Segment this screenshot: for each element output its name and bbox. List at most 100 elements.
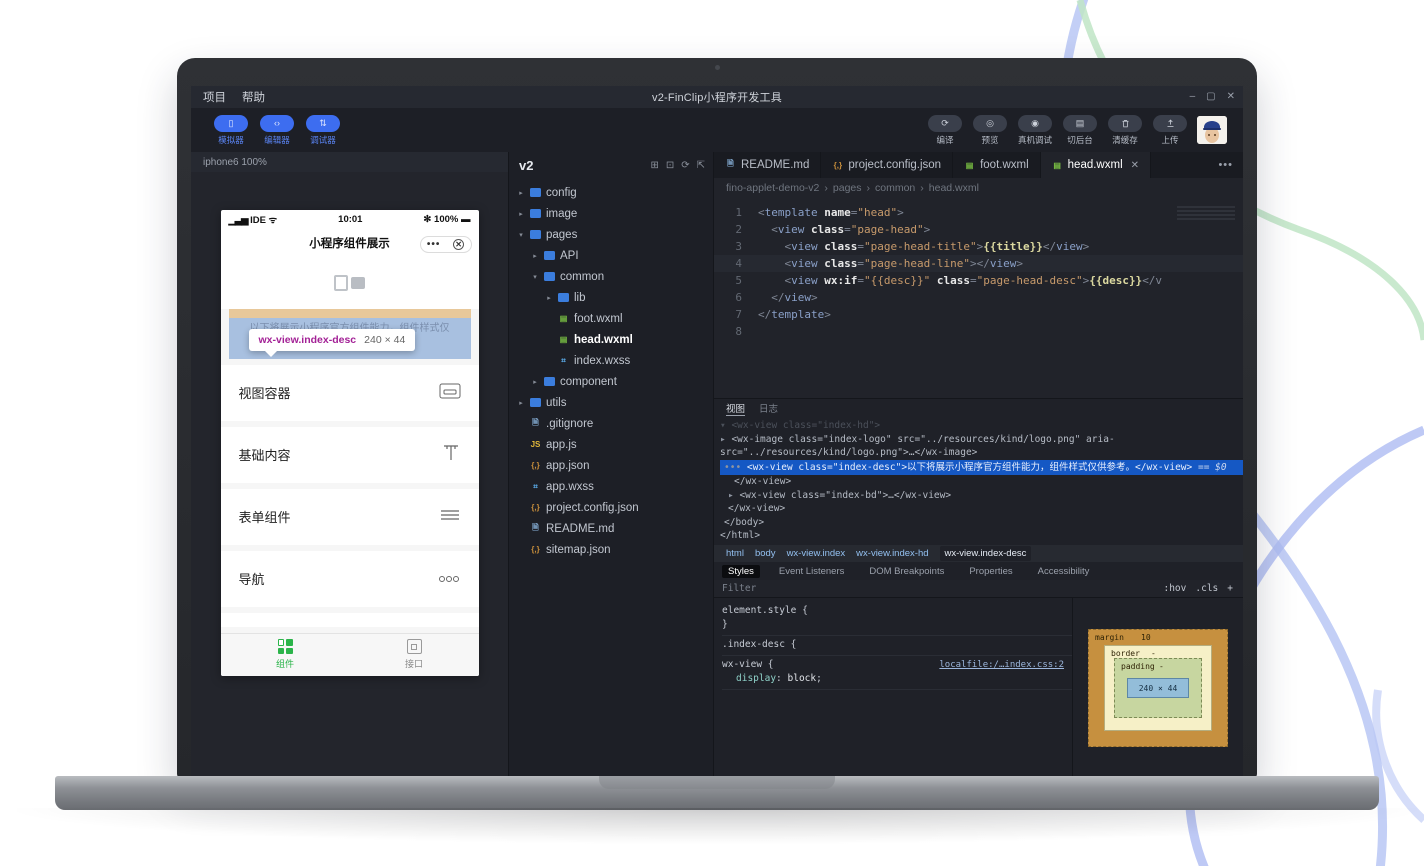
file-tree-node[interactable]: 🗎.gitignore <box>509 413 713 434</box>
breadcrumb-segment[interactable]: head.wxml <box>929 182 979 194</box>
css-source[interactable]: localfile:/…index.css:2 <box>939 658 1064 672</box>
dom-line-selected[interactable]: ••• <wx-view class="index-desc">以下将展示小程序… <box>720 460 1243 476</box>
breadcrumb-segment[interactable]: pages <box>833 182 862 194</box>
devtools-tab-log[interactable]: 日志 <box>759 401 778 415</box>
css-property-name[interactable]: display <box>736 673 776 684</box>
cls-toggle[interactable]: .cls <box>1195 583 1218 594</box>
css-rule[interactable]: .index-desc {</span><div class="prop" da… <box>722 636 1072 656</box>
styles-tab[interactable]: Accessibility <box>1032 565 1096 578</box>
toolbar-button-preview[interactable]: ◎ 预览 <box>972 115 1008 146</box>
code-editor[interactable]: 1<template name="head">2 <view class="pa… <box>714 198 1243 398</box>
tab-components[interactable]: 组件 <box>221 634 350 676</box>
box-model-content[interactable]: 240 × 44 <box>1127 678 1189 698</box>
code-line[interactable]: 6 </view> <box>714 289 1243 306</box>
file-tree-node[interactable]: ▸component <box>509 371 713 392</box>
new-folder-icon[interactable]: ⊡ <box>666 160 674 171</box>
dom-line-index-bd[interactable]: ▸ <wx-view class="index-bd">…</wx-view> <box>720 489 1243 503</box>
filter-input[interactable]: Filter <box>714 583 1163 594</box>
css-rules-list[interactable]: element.style {}.index-desc {</span><div… <box>714 598 1073 778</box>
list-item-partial[interactable] <box>221 613 479 627</box>
simulator-device-label[interactable]: iphone6 100% <box>191 152 508 172</box>
close-icon[interactable]: ✕ <box>1227 92 1235 102</box>
code-line[interactable]: 4 <view class="page-head-line"></view> <box>714 255 1243 272</box>
disclosure-triangle-icon[interactable]: ▸ <box>517 399 525 407</box>
element-path-item[interactable]: wx-view.index <box>787 548 846 559</box>
file-tree-node[interactable]: JSapp.js <box>509 434 713 455</box>
disclosure-triangle-icon[interactable]: ▸ <box>531 252 539 260</box>
css-rule[interactable]: wx-view {localfile:/…index.css:2display:… <box>722 656 1072 690</box>
add-rule-button[interactable]: + <box>1227 583 1233 594</box>
file-tree-node[interactable]: {,}project.config.json <box>509 497 713 518</box>
box-margin-top-value[interactable]: 10 <box>1141 633 1151 642</box>
code-line[interactable]: 2 <view class="page-head"> <box>714 221 1243 238</box>
tab-close-icon[interactable]: ✕ <box>1131 160 1139 171</box>
breadcrumb-segment[interactable]: common <box>875 182 915 194</box>
close-circle-icon[interactable]: ✕ <box>453 239 464 250</box>
file-tree-node[interactable]: ▸config <box>509 182 713 203</box>
tab-api[interactable]: 接口 <box>350 634 479 676</box>
hov-toggle[interactable]: :hov <box>1163 583 1186 594</box>
editor-tab[interactable]: ▤head.wxml✕ <box>1041 152 1151 178</box>
file-tree-node[interactable]: 🗎README.md <box>509 518 713 539</box>
css-selector[interactable]: element.style { <box>722 605 808 616</box>
file-tree-node[interactable]: ▾pages <box>509 224 713 245</box>
refresh-icon[interactable]: ⟳ <box>681 160 689 171</box>
file-tree-node[interactable]: ▸image <box>509 203 713 224</box>
css-selector[interactable]: wx-view { <box>722 659 773 670</box>
file-tree-node[interactable]: {,}app.json <box>509 455 713 476</box>
disclosure-triangle-icon[interactable]: ▸ <box>517 189 525 197</box>
dom-tree[interactable]: ▾ <wx-view class="index-hd"> ▸ <wx-image… <box>714 417 1243 545</box>
maximize-icon[interactable]: ▢ <box>1206 92 1215 102</box>
file-tree-node[interactable]: ⌗app.wxss <box>509 476 713 497</box>
editor-tab[interactable]: {,}project.config.json <box>821 152 953 178</box>
element-path-item[interactable]: wx-view.index-desc <box>940 546 1032 561</box>
wechat-capsule[interactable]: ••• ✕ <box>420 236 472 253</box>
toolbar-button-background[interactable]: ▤ 切后台 <box>1062 115 1098 146</box>
file-tree-node[interactable]: ▸API <box>509 245 713 266</box>
file-tree-node[interactable]: ▤foot.wxml <box>509 308 713 329</box>
toolbar-button-device-debug[interactable]: ◉ 真机调试 <box>1017 115 1053 146</box>
file-tree-node[interactable]: {,}sitemap.json <box>509 539 713 560</box>
toolbar-button-clear-cache[interactable]: 清缓存 <box>1107 115 1143 146</box>
file-tree-node[interactable]: ▤head.wxml <box>509 329 713 350</box>
disclosure-triangle-icon[interactable]: ▾ <box>517 231 525 239</box>
styles-tab[interactable]: DOM Breakpoints <box>863 565 950 578</box>
editor-tab[interactable]: ▤foot.wxml <box>953 152 1041 178</box>
box-padding-value[interactable]: - <box>1159 662 1164 671</box>
code-line[interactable]: 5 <view wx:if="{{desc}}" class="page-hea… <box>714 272 1243 289</box>
toolbar-button-simulator[interactable]: ▯ 模拟器 <box>213 115 249 146</box>
styles-tab[interactable]: Event Listeners <box>773 565 850 578</box>
list-item[interactable]: 视图容器 <box>221 365 479 421</box>
file-tree-node[interactable]: ▾common <box>509 266 713 287</box>
list-item[interactable]: 表单组件 <box>221 489 479 545</box>
more-icon[interactable]: ••• <box>427 239 441 250</box>
minimap[interactable] <box>1177 206 1235 220</box>
element-path-item[interactable]: body <box>755 548 776 559</box>
list-item[interactable]: 基础内容 <box>221 427 479 483</box>
collapse-icon[interactable]: ⇱ <box>697 160 705 171</box>
styles-tab[interactable]: Styles <box>722 565 760 578</box>
css-rule[interactable]: element.style {} <box>722 602 1072 636</box>
disclosure-triangle-icon[interactable]: ▸ <box>545 294 553 302</box>
breadcrumb-segment[interactable]: fino-applet-demo-v2 <box>726 182 819 194</box>
toolbar-button-upload[interactable]: 上传 <box>1152 115 1188 146</box>
box-border-value[interactable]: - <box>1151 649 1156 658</box>
avatar[interactable] <box>1197 116 1227 144</box>
code-line[interactable]: 7</template> <box>714 306 1243 323</box>
file-tree-node[interactable]: ⌗index.wxss <box>509 350 713 371</box>
disclosure-triangle-icon[interactable]: ▸ <box>531 378 539 386</box>
file-tree-node[interactable]: ▸utils <box>509 392 713 413</box>
new-file-icon[interactable]: ⊞ <box>650 160 658 171</box>
toolbar-button-editor[interactable]: ‹› 编辑器 <box>259 115 295 146</box>
code-line[interactable]: 3 <view class="page-head-title">{{title}… <box>714 238 1243 255</box>
code-line[interactable]: 1<template name="head"> <box>714 204 1243 221</box>
disclosure-triangle-icon[interactable]: ▾ <box>531 273 539 281</box>
dom-line-image[interactable]: ▸ <wx-image class="index-logo" src="../r… <box>720 433 1243 460</box>
tab-overflow-icon[interactable]: ••• <box>1208 152 1243 178</box>
toolbar-button-debugger[interactable]: ⇅ 调试器 <box>305 115 341 146</box>
element-path-item[interactable]: html <box>726 548 744 559</box>
file-tree-node[interactable]: ▸lib <box>509 287 713 308</box>
minimize-icon[interactable]: – <box>1190 92 1196 102</box>
editor-tab[interactable]: 🗎README.md <box>714 152 821 178</box>
toolbar-button-compile[interactable]: ⟳ 编译 <box>927 115 963 146</box>
